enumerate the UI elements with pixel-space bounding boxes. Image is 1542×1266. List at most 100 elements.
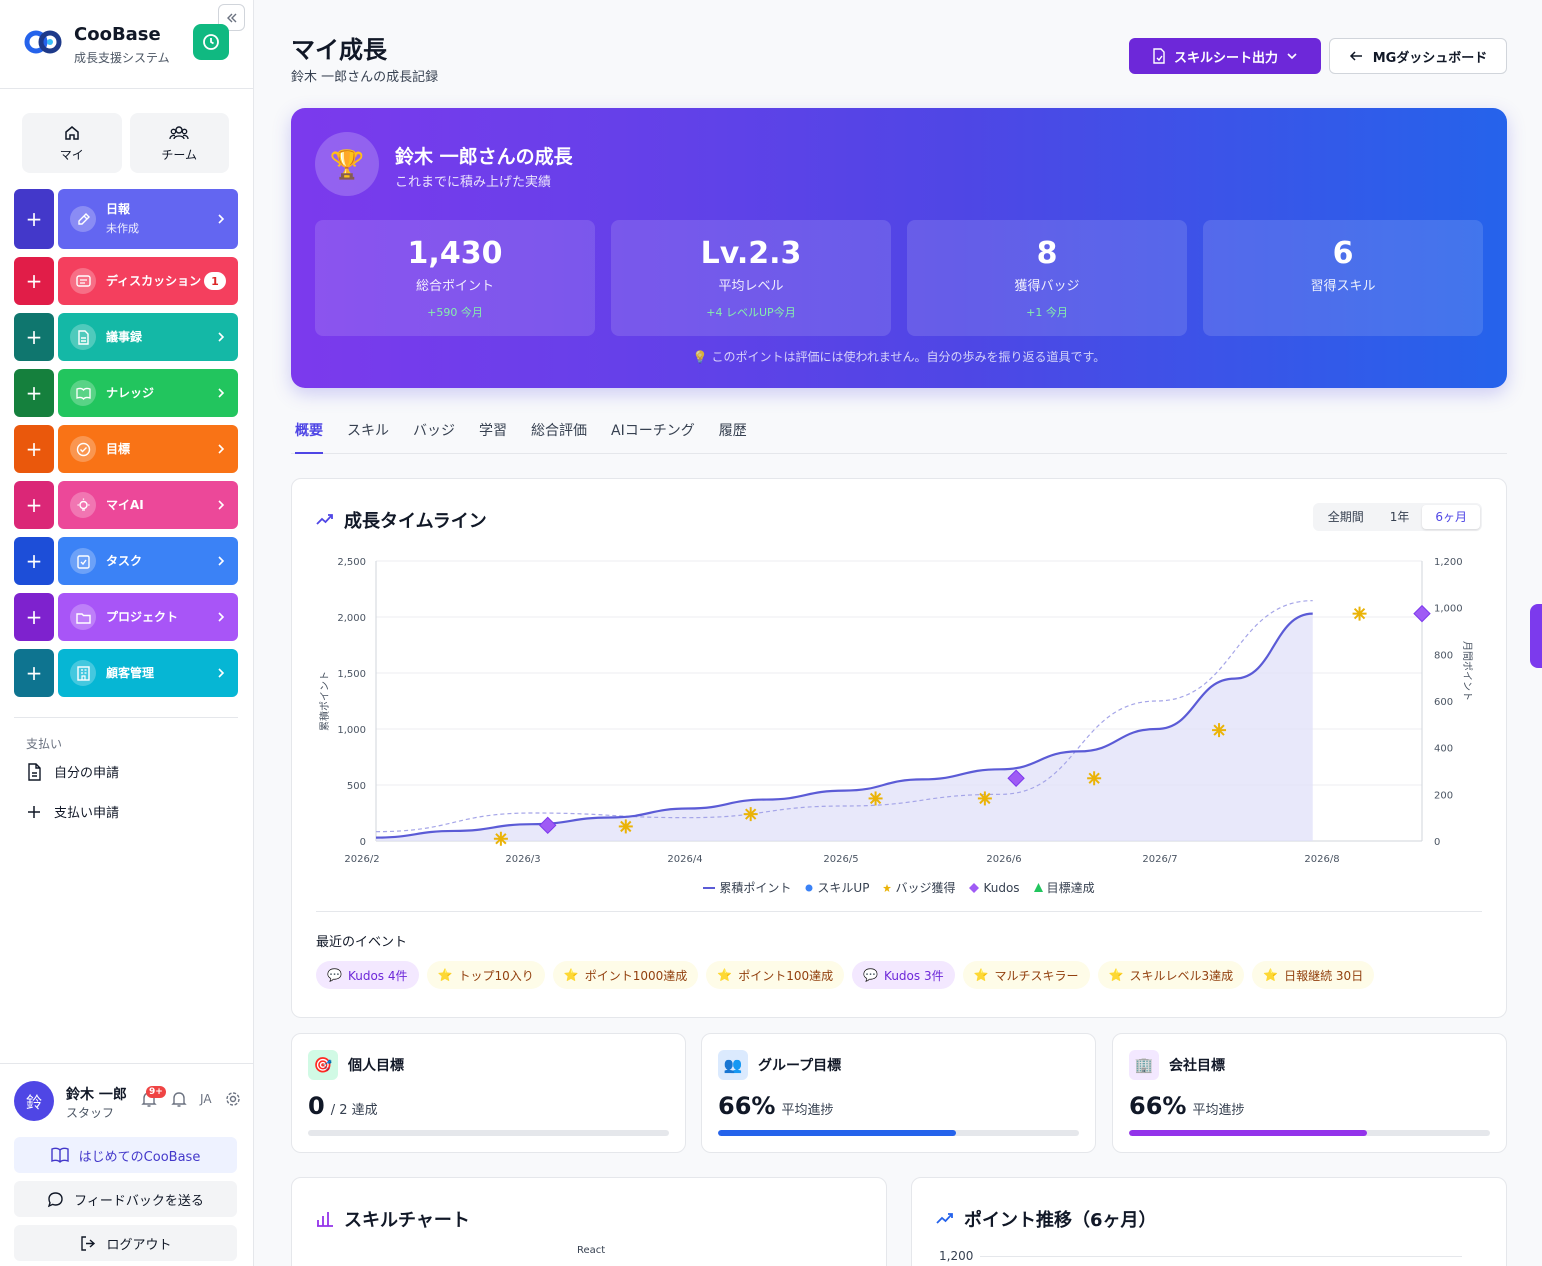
language-switch[interactable]: JA	[200, 1092, 212, 1106]
goal-card[interactable]: 👥 グループ目標 66% 平均進捗	[701, 1033, 1096, 1153]
create-daily-report-button[interactable]: +	[14, 189, 54, 249]
tab-2[interactable]: バッジ	[413, 420, 455, 454]
task-icon	[70, 548, 96, 574]
goal-title: 🏢 会社目標	[1129, 1050, 1225, 1080]
event-label: Kudos 4件	[347, 968, 408, 983]
nav-item-projects[interactable]: プロジェクト	[58, 593, 238, 641]
create-my-ai-button[interactable]: +	[14, 481, 54, 529]
nav-row-tasks: + タスク	[14, 537, 238, 585]
create-knowledge-button[interactable]: +	[14, 369, 54, 417]
nav-item-goals[interactable]: 目標	[58, 425, 238, 473]
intro-coobase-button[interactable]: はじめてのCooBase	[14, 1137, 237, 1173]
growth-hero-banner: 🏆 鈴木 一郎さんの成長 これまでに積み上げた実績 1,430 総合ポイント +…	[291, 108, 1507, 388]
goal-card[interactable]: 🏢 会社目標 66% 平均進捗	[1112, 1033, 1507, 1153]
nav-item-sublabel: 未作成	[106, 221, 139, 235]
goal-icon: 🎯	[308, 1050, 338, 1080]
create-tasks-button[interactable]: +	[14, 537, 54, 585]
y2-tick-label: 800	[1434, 650, 1453, 661]
event-chip[interactable]: ⭐ ポイント100達成	[706, 961, 845, 989]
badge-marker[interactable]	[743, 807, 758, 822]
y-tick-label: 2,000	[337, 613, 366, 624]
y-tick-label: 1,000	[337, 725, 366, 736]
tab-6[interactable]: 履歴	[719, 420, 747, 454]
time-clock-button[interactable]	[193, 24, 229, 60]
event-chip[interactable]: ⭐ マルチスキラー	[962, 961, 1090, 989]
tab-3[interactable]: 学習	[479, 420, 507, 454]
event-chip[interactable]: ⭐ トップ10入り	[426, 961, 545, 989]
chevron-right-icon	[218, 612, 225, 622]
growth-tabs: 概要 スキル バッジ 学習 総合評価 AIコーチング 履歴	[291, 420, 1507, 454]
cumulative-area	[376, 613, 1313, 841]
goal-value-row: 0 / 2 達成	[308, 1092, 378, 1120]
nav-item-discussion[interactable]: ディスカッション 1	[58, 257, 238, 305]
nav-item-daily-report[interactable]: 日報 未作成	[58, 189, 238, 249]
nav-item-minutes[interactable]: 議事録	[58, 313, 238, 361]
my-requests-link[interactable]: 自分の申請	[26, 762, 119, 781]
badge-marker[interactable]	[868, 791, 883, 806]
create-customers-button[interactable]: +	[14, 649, 54, 697]
mode-tab-team[interactable]: チーム	[129, 113, 229, 173]
gear-icon[interactable]	[224, 1090, 242, 1108]
goal-progress-bar	[1129, 1130, 1490, 1136]
create-goals-button[interactable]: +	[14, 425, 54, 473]
tab-1[interactable]: スキル	[347, 420, 389, 454]
tab-4[interactable]: 総合評価	[531, 420, 587, 454]
legend-item[interactable]: スキルUP	[805, 879, 869, 896]
avatar[interactable]: 鈴	[14, 1081, 54, 1121]
mg-dashboard-button[interactable]: MGダッシュボード	[1329, 38, 1507, 74]
nav-item-my-ai[interactable]: マイAI	[58, 481, 238, 529]
star-icon: ⭐	[563, 968, 579, 982]
create-projects-button[interactable]: +	[14, 593, 54, 641]
star-icon: ⭐	[717, 968, 733, 982]
goal-title-text: グループ目標	[758, 1058, 842, 1074]
payment-request-link[interactable]: 支払い申請	[26, 802, 119, 821]
legend-item[interactable]: Kudos	[969, 879, 1020, 896]
event-chip[interactable]: 💬 Kudos 3件	[852, 961, 955, 989]
badge-marker[interactable]	[493, 831, 508, 846]
event-chip[interactable]: ⭐ ポイント1000達成	[552, 961, 699, 989]
badge-marker[interactable]	[1087, 771, 1102, 786]
legend-item[interactable]: 累積ポイント	[703, 879, 791, 896]
intro-label: はじめてのCooBase	[78, 1149, 201, 1165]
sidebar: CooBase 成長支援システム マイ チーム + 日報 未作成 + ディスカッ…	[0, 0, 254, 1266]
send-feedback-button[interactable]: フィードバックを送る	[14, 1181, 237, 1217]
badge-marker[interactable]	[1212, 723, 1227, 738]
stat-delta: +590 今月	[427, 306, 483, 319]
plus-icon	[28, 805, 40, 818]
badge-marker[interactable]	[1352, 606, 1367, 621]
goal-card[interactable]: 🎯 個人目標 0 / 2 達成	[291, 1033, 686, 1153]
x-tick-label: 2026/7	[1142, 854, 1177, 865]
badge-marker[interactable]	[618, 819, 633, 834]
event-label: ポイント100達成	[738, 968, 834, 983]
event-chip[interactable]: 💬 Kudos 4件	[316, 961, 419, 989]
nav-row-projects: + プロジェクト	[14, 593, 238, 641]
nav-item-knowledge[interactable]: ナレッジ	[58, 369, 238, 417]
event-label: 日報継続 30日	[1284, 968, 1364, 983]
nav-item-customers[interactable]: 顧客管理	[58, 649, 238, 697]
tab-0[interactable]: 概要	[295, 420, 323, 454]
mode-tab-my[interactable]: マイ	[22, 113, 122, 173]
legend-item[interactable]: 目標達成	[1033, 879, 1095, 896]
create-discussion-button[interactable]: +	[14, 257, 54, 305]
tab-5[interactable]: AIコーチング	[611, 420, 695, 454]
side-drawer-handle[interactable]	[1530, 604, 1542, 668]
skill-sheet-export-button[interactable]: スキルシート出力	[1129, 38, 1321, 74]
stat-skills: 6 習得スキル	[1203, 220, 1483, 336]
arrow-left-icon	[1349, 51, 1362, 61]
nav-item-tasks[interactable]: タスク	[58, 537, 238, 585]
event-chip[interactable]: ⭐ 日報継続 30日	[1252, 961, 1375, 989]
event-chip[interactable]: ⭐ スキルレベル3達成	[1097, 961, 1245, 989]
brand-subtitle: 成長支援システム	[74, 51, 170, 65]
legend-item[interactable]: バッジ獲得	[883, 879, 955, 896]
mode-tab-label: チーム	[161, 147, 198, 162]
bell-icon[interactable]	[170, 1090, 188, 1108]
gridline	[980, 1256, 1462, 1257]
legend-label: スキルUP	[817, 881, 870, 895]
my-requests-label: 自分の申請	[54, 766, 120, 781]
logout-button[interactable]: ログアウト	[14, 1225, 237, 1261]
chevron-right-icon	[218, 556, 225, 566]
create-minutes-button[interactable]: +	[14, 313, 54, 361]
kudos-marker[interactable]	[1413, 604, 1431, 623]
badge-marker[interactable]	[977, 791, 992, 806]
edit-icon	[70, 206, 96, 232]
